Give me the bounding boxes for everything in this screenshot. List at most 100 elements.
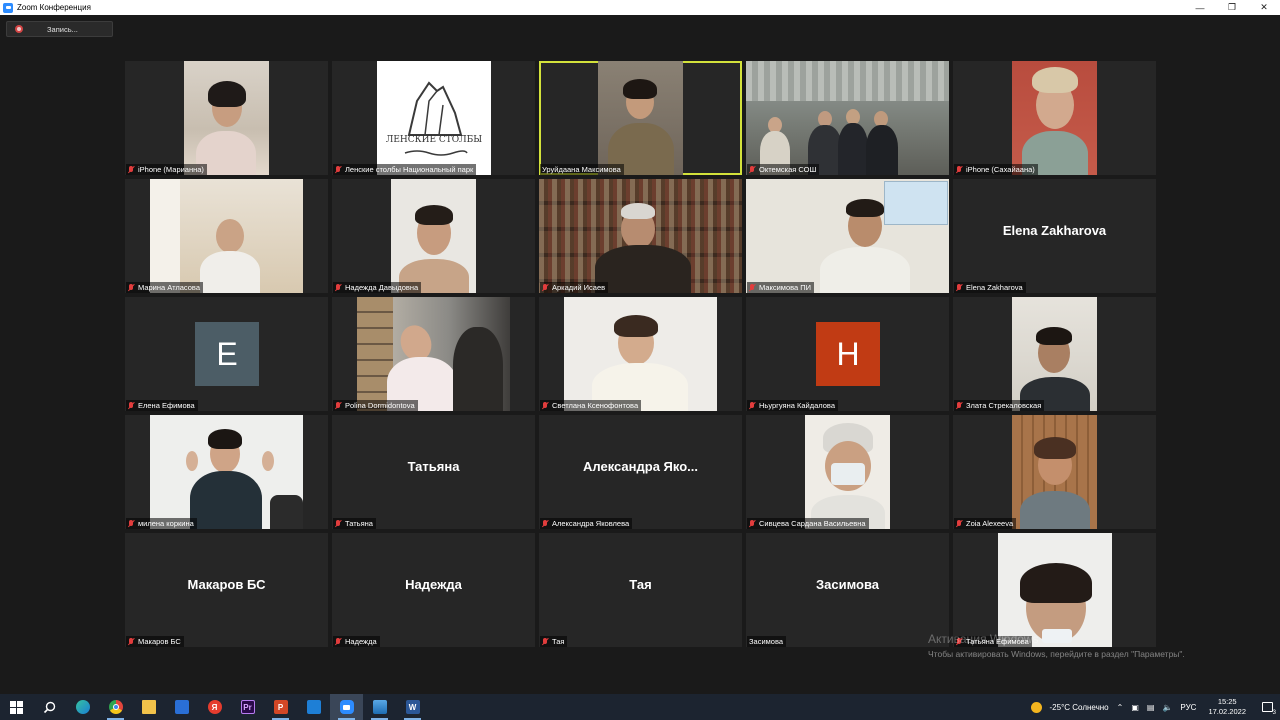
participant-display-name: Макаров БС <box>187 576 266 592</box>
taskbar-app-edge[interactable] <box>66 694 99 720</box>
participant-tile[interactable]: Сивцева Сардана Васильевна <box>746 415 949 529</box>
participant-display-name: Татьяна <box>407 458 460 474</box>
participant-name: Аркадий Исаев <box>540 282 609 293</box>
participant-tile[interactable]: Тая Тая <box>539 533 742 647</box>
muted-mic-icon <box>335 637 341 646</box>
participant-tile[interactable]: Максимова ПИ <box>746 179 949 293</box>
muted-mic-icon <box>749 519 755 528</box>
photos-icon <box>372 700 387 714</box>
participant-tile[interactable]: Засимова Засимова <box>746 533 949 647</box>
taskbar-app-powerpoint[interactable]: P <box>264 694 297 720</box>
taskbar-app-movies[interactable] <box>297 694 330 720</box>
participant-tile[interactable]: Светлана Ксенофонтова <box>539 297 742 411</box>
search-icon <box>43 701 56 713</box>
weather-text[interactable]: -25°C Солнечно <box>1050 703 1109 712</box>
taskbar-app-word[interactable]: W <box>396 694 429 720</box>
participant-logo: ЛЕНСКИЕ СТОЛБЫ <box>377 61 491 175</box>
participant-avatar: E <box>195 322 259 386</box>
taskbar-app-chrome[interactable] <box>99 694 132 720</box>
participant-name: Максимова ПИ <box>747 282 815 293</box>
participant-tile[interactable]: Аркадий Исаев <box>539 179 742 293</box>
record-icon <box>15 25 23 33</box>
participant-tile[interactable]: Макаров БС Макаров БС <box>125 533 328 647</box>
muted-mic-icon <box>335 519 341 528</box>
recording-indicator[interactable]: Запись... <box>6 21 113 37</box>
participant-video <box>150 415 303 529</box>
participant-tile[interactable]: Злата Стрекаловская <box>953 297 1156 411</box>
participant-tile[interactable]: Октемская СОШ <box>746 61 949 175</box>
muted-mic-icon <box>335 401 341 410</box>
participant-tile[interactable]: Надежда Давыдовна <box>332 179 535 293</box>
participant-avatar: H <box>816 322 880 386</box>
participant-tile[interactable]: E Елена Ефимова <box>125 297 328 411</box>
participant-name: Засимова <box>747 636 787 647</box>
participant-video <box>1012 415 1097 529</box>
participant-video <box>598 61 683 175</box>
taskbar-app-explorer[interactable] <box>132 694 165 720</box>
participant-display-name: Elena Zakharova <box>1002 222 1107 238</box>
participant-video <box>805 415 890 529</box>
network-icon[interactable]: ▤ <box>1147 703 1155 712</box>
tray-app-icon[interactable]: ▣ <box>1131 703 1139 712</box>
close-icon: ✕ <box>1260 2 1268 12</box>
zoom-app-icon <box>3 2 13 13</box>
muted-mic-icon <box>542 637 548 646</box>
windows-start-icon <box>10 700 23 714</box>
language-indicator[interactable]: РУС <box>1180 703 1196 712</box>
participant-video <box>357 297 510 411</box>
participant-display-name: Засимова <box>815 576 880 592</box>
premiere-icon: Pr <box>240 700 255 714</box>
participant-tile[interactable]: ЛЕНСКИЕ СТОЛБЫ Ленские столбы Национальн… <box>332 61 535 175</box>
participant-tile[interactable]: Татьяна Ефимова <box>953 533 1156 647</box>
participant-name: Ньургуяна Кайдалова <box>747 400 838 411</box>
participant-name: Татьяна <box>333 518 376 529</box>
participant-display-name: Александра Яко... <box>582 458 698 474</box>
participant-video <box>746 61 949 175</box>
powerpoint-icon: P <box>273 700 288 714</box>
notification-icon <box>1261 702 1273 712</box>
participant-tile-active-speaker[interactable]: Уруйдаана Максимова <box>539 61 742 175</box>
maximize-button[interactable]: ❐ <box>1216 0 1248 15</box>
muted-mic-icon <box>956 519 962 528</box>
minimize-button[interactable]: — <box>1184 0 1216 15</box>
chrome-icon <box>108 700 123 714</box>
taskbar-app-yandex[interactable]: Я <box>198 694 231 720</box>
tray-overflow-chevron-icon[interactable]: ⌃ <box>1117 703 1124 712</box>
participant-tile[interactable]: милена коркина <box>125 415 328 529</box>
participant-name: Ленские столбы Национальный парк <box>333 164 477 175</box>
muted-mic-icon <box>956 283 962 292</box>
participant-tile[interactable]: Надежда Надежда <box>332 533 535 647</box>
volume-icon[interactable]: 🔈 <box>1162 703 1172 712</box>
clock-date: 17.02.2022 <box>1208 707 1246 716</box>
gallery-view: iPhone (Марианна) ЛЕНСКИЕ СТОЛБЫ Ленские… <box>125 61 1156 648</box>
muted-mic-icon <box>542 401 548 410</box>
participant-tile[interactable]: H Ньургуяна Кайдалова <box>746 297 949 411</box>
search-button[interactable] <box>33 694 66 720</box>
zoom-icon <box>339 700 354 714</box>
close-button[interactable]: ✕ <box>1248 0 1280 15</box>
windows-taskbar: Я Pr P W -25°C Солнечно ⌃ ▣ ▤ 🔈 РУС 15:2… <box>0 694 1280 720</box>
participant-name: Уруйдаана Максимова <box>540 164 624 175</box>
participant-name: Октемская СОШ <box>747 164 820 175</box>
taskbar-app-photos[interactable] <box>363 694 396 720</box>
participant-tile[interactable]: iPhone (Сахайаана) <box>953 61 1156 175</box>
notification-button[interactable]: 3 <box>1254 694 1280 720</box>
participant-name: Елена Ефимова <box>126 400 198 411</box>
muted-mic-icon <box>128 283 134 292</box>
weather-sun-icon[interactable] <box>1030 701 1042 713</box>
taskbar-app-premiere[interactable]: Pr <box>231 694 264 720</box>
taskbar-app-zoom[interactable] <box>330 694 363 720</box>
taskbar-app-store[interactable] <box>165 694 198 720</box>
park-logo-icon <box>404 81 468 156</box>
word-icon: W <box>405 700 420 714</box>
participant-tile[interactable]: iPhone (Марианна) <box>125 61 328 175</box>
start-button[interactable] <box>0 694 33 720</box>
participant-tile[interactable]: Татьяна Татьяна <box>332 415 535 529</box>
participant-tile[interactable]: Zoia Alexeeva <box>953 415 1156 529</box>
participant-tile[interactable]: Марина Атласова <box>125 179 328 293</box>
clock[interactable]: 15:25 17.02.2022 <box>1208 697 1246 717</box>
participant-tile[interactable]: Polina Dormidontova <box>332 297 535 411</box>
participant-tile[interactable]: Александра Яко... Александра Яковлева <box>539 415 742 529</box>
participant-tile[interactable]: Elena Zakharova Elena Zakharova <box>953 179 1156 293</box>
store-icon <box>174 700 189 714</box>
